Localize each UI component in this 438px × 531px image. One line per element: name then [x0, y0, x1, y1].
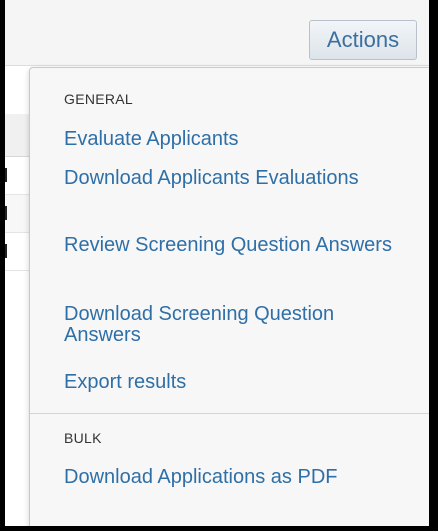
toolbar: Actions	[5, 0, 429, 66]
section-heading-general: GENERAL	[64, 91, 134, 107]
menu-item-export-results[interactable]: Export results	[64, 372, 404, 393]
menu-item-evaluate-applicants[interactable]: Evaluate Applicants	[64, 129, 404, 150]
menu-item-review-screening-question-answers[interactable]: Review Screening Question Answers	[64, 235, 404, 256]
table-row-edge	[5, 206, 13, 220]
actions-button[interactable]: Actions	[309, 20, 417, 60]
section-heading-bulk: BULK	[64, 430, 102, 446]
table-row-edge	[5, 168, 13, 182]
actions-dropdown-menu: GENERAL Evaluate Applicants Download App…	[29, 67, 429, 526]
menu-item-download-applications-as-pdf[interactable]: Download Applications as PDF	[64, 467, 404, 488]
menu-item-download-screening-question-answers[interactable]: Download Screening Question Answers	[64, 304, 404, 346]
table-row-edge	[5, 244, 13, 258]
menu-divider	[30, 413, 429, 414]
application-window: Actions GENERAL Evaluate Applicants Down…	[5, 0, 429, 526]
menu-item-download-applicants-evaluations[interactable]: Download Applicants Evaluations	[64, 168, 404, 189]
